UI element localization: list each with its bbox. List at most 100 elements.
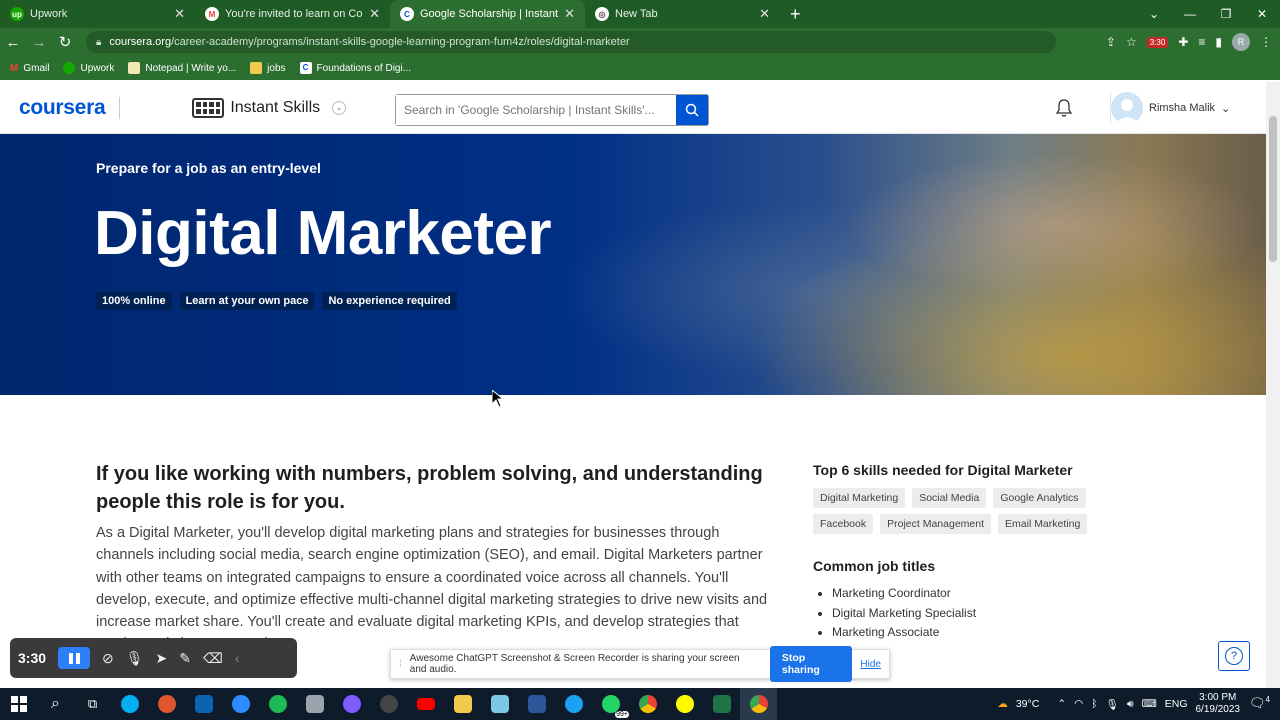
close-icon[interactable]: ✕ bbox=[564, 6, 575, 22]
search-input[interactable] bbox=[396, 95, 676, 125]
star-icon[interactable]: ☆ bbox=[1126, 35, 1137, 49]
sidepanel-icon[interactable]: ▮ bbox=[1215, 35, 1222, 49]
upwork-favicon-icon: up bbox=[10, 7, 24, 21]
system-tray: ☁︎ 39°C ⌃ ◠ ᛒ 🎙︎ 🔊︎ ⌨ ENG 3:00 PM 6/19/2… bbox=[997, 688, 1240, 720]
outlook-icon[interactable] bbox=[185, 688, 222, 720]
task-view-icon[interactable]: ⧉ bbox=[74, 688, 111, 720]
notification-icon[interactable]: 🗨︎4 bbox=[1249, 695, 1270, 711]
list-item: Marketing Associate bbox=[832, 623, 1113, 643]
hide-link[interactable]: Hide bbox=[860, 659, 881, 670]
zoom-icon[interactable] bbox=[222, 688, 259, 720]
coursera-logo[interactable]: coursera bbox=[19, 96, 106, 120]
puzzle-icon[interactable]: ✚ bbox=[1178, 35, 1188, 49]
eraser-icon[interactable]: ⌫ bbox=[203, 650, 223, 667]
cursor-icon[interactable]: ➤ bbox=[156, 650, 168, 667]
header-divider bbox=[119, 96, 121, 119]
share-icon[interactable]: ⇪ bbox=[1106, 35, 1116, 49]
close-window-icon[interactable]: ✕ bbox=[1244, 7, 1280, 21]
bookmark-upwork[interactable]: Upwork bbox=[63, 62, 114, 74]
close-icon[interactable]: ✕ bbox=[759, 6, 770, 22]
clock[interactable]: 3:00 PM 6/19/2023 bbox=[1196, 692, 1241, 716]
mic-tray-icon[interactable]: 🎙︎ bbox=[1106, 698, 1119, 711]
window-controls: ⌄ — ❐ ✕ bbox=[1136, 0, 1280, 28]
chrome-favicon-icon: ◎ bbox=[595, 7, 609, 21]
tray-chevron-icon[interactable]: ⌃ bbox=[1057, 698, 1066, 710]
tab-coursera[interactable]: C Google Scholarship | Instant Skill ✕ bbox=[390, 0, 585, 28]
camera-off-icon[interactable]: ⊘ bbox=[102, 650, 114, 667]
close-icon[interactable]: ✕ bbox=[369, 6, 380, 22]
gmail-favicon-icon: M bbox=[205, 7, 219, 21]
close-icon[interactable]: ✕ bbox=[174, 6, 185, 22]
printer-icon[interactable] bbox=[296, 688, 333, 720]
tab-gmail[interactable]: M You're invited to learn on Course ✕ bbox=[195, 0, 390, 28]
excel-icon[interactable] bbox=[703, 688, 740, 720]
notepad-icon[interactable] bbox=[481, 688, 518, 720]
app-icon[interactable] bbox=[148, 688, 185, 720]
back-icon[interactable]: ← bbox=[0, 34, 26, 51]
reload-icon[interactable]: ↻ bbox=[52, 33, 78, 51]
menu-icon[interactable]: ⋮ bbox=[1260, 35, 1272, 49]
tab-upwork[interactable]: up Upwork ✕ bbox=[0, 0, 195, 28]
windows-start-icon[interactable] bbox=[0, 688, 37, 720]
search-button[interactable] bbox=[676, 95, 708, 125]
whatsapp-icon[interactable]: 99+ bbox=[592, 688, 629, 720]
word-icon[interactable] bbox=[518, 688, 555, 720]
new-tab-button[interactable]: + bbox=[790, 0, 801, 28]
program-switcher[interactable]: Instant Skills ⌄ bbox=[192, 97, 347, 118]
hero-banner: Prepare for a job as an entry-level Digi… bbox=[0, 134, 1266, 395]
stop-sharing-button[interactable]: Stop sharing bbox=[769, 646, 853, 682]
url-field[interactable]: 🔒︎ coursera.org/career-academy/programs/… bbox=[86, 31, 1056, 53]
pen-icon[interactable]: ✎ bbox=[179, 650, 191, 667]
page-scrollbar[interactable] bbox=[1266, 82, 1280, 688]
snapchat-icon[interactable] bbox=[666, 688, 703, 720]
messenger-icon[interactable] bbox=[333, 688, 370, 720]
instant-skills-logo-icon bbox=[192, 97, 225, 118]
chrome-active-icon[interactable] bbox=[740, 688, 777, 720]
chevron-down-icon[interactable]: ⌄ bbox=[332, 100, 347, 115]
sidebar-skills: Top 6 skills needed for Digital Marketer… bbox=[813, 462, 1113, 643]
youtube-icon[interactable] bbox=[407, 688, 444, 720]
playlist-icon[interactable]: ≡ bbox=[1198, 35, 1205, 49]
bell-icon[interactable] bbox=[1054, 98, 1074, 123]
search-icon[interactable]: ⌕ bbox=[37, 688, 74, 720]
user-menu[interactable]: Rimsha Malik ⌄ bbox=[1110, 92, 1230, 124]
volume-icon[interactable]: 🔊︎ bbox=[1127, 698, 1134, 711]
microphone-icon[interactable]: 🎙︎ bbox=[126, 650, 144, 667]
site-header: coursera Instant Skills ⌄ Rimsha Malik ⌄ bbox=[0, 82, 1266, 134]
profile-avatar[interactable]: R bbox=[1232, 33, 1250, 51]
minimize-icon[interactable]: — bbox=[1172, 7, 1208, 21]
pause-button[interactable] bbox=[58, 647, 91, 669]
keyboard-icon[interactable]: ⌨ bbox=[1142, 698, 1157, 710]
collapse-icon[interactable]: ‹ bbox=[235, 650, 240, 666]
wifi-icon[interactable]: ◠ bbox=[1074, 698, 1083, 710]
twitter-icon[interactable] bbox=[555, 688, 592, 720]
tab-new-tab[interactable]: ◎ New Tab ✕ bbox=[585, 0, 780, 28]
language-indicator[interactable]: ENG bbox=[1165, 698, 1188, 710]
tab-title: Upwork bbox=[30, 8, 68, 20]
spotify-icon[interactable] bbox=[259, 688, 296, 720]
bluetooth-icon[interactable]: ᛒ bbox=[1091, 698, 1097, 710]
chrome-icon[interactable] bbox=[629, 688, 666, 720]
skype-icon[interactable] bbox=[111, 688, 148, 720]
tab-search-icon[interactable]: ⌄ bbox=[1136, 7, 1172, 21]
scrollbar-thumb[interactable] bbox=[1269, 116, 1277, 262]
weather-temp[interactable]: 39°C bbox=[1016, 698, 1039, 710]
program-name: Instant Skills bbox=[230, 98, 321, 116]
help-button[interactable]: ? bbox=[1218, 641, 1250, 671]
jobs-list: Marketing Coordinator Digital Marketing … bbox=[813, 584, 1113, 643]
notepad-icon bbox=[128, 62, 141, 74]
role-body: As a Digital Marketer, you'll develop di… bbox=[96, 525, 768, 652]
skill-tag: Social Media bbox=[912, 488, 987, 508]
restore-icon[interactable]: ❐ bbox=[1208, 7, 1244, 21]
bookmark-gmail[interactable]: M Gmail bbox=[10, 63, 49, 74]
bookmark-foundations[interactable]: C Foundations of Digi... bbox=[299, 62, 411, 74]
drag-handle-icon[interactable]: ⁞ bbox=[399, 659, 402, 670]
jobs-title: Common job titles bbox=[813, 558, 936, 574]
forward-icon[interactable]: → bbox=[26, 34, 52, 51]
browser-tab-bar: up Upwork ✕ M You're invited to learn on… bbox=[0, 0, 1280, 28]
camera-icon[interactable] bbox=[370, 688, 407, 720]
extension-badge[interactable]: 3:30 bbox=[1146, 36, 1169, 48]
file-explorer-icon[interactable] bbox=[444, 688, 481, 720]
bookmark-jobs[interactable]: jobs bbox=[250, 62, 286, 74]
bookmark-notepad[interactable]: Notepad | Write yo... bbox=[128, 62, 236, 74]
